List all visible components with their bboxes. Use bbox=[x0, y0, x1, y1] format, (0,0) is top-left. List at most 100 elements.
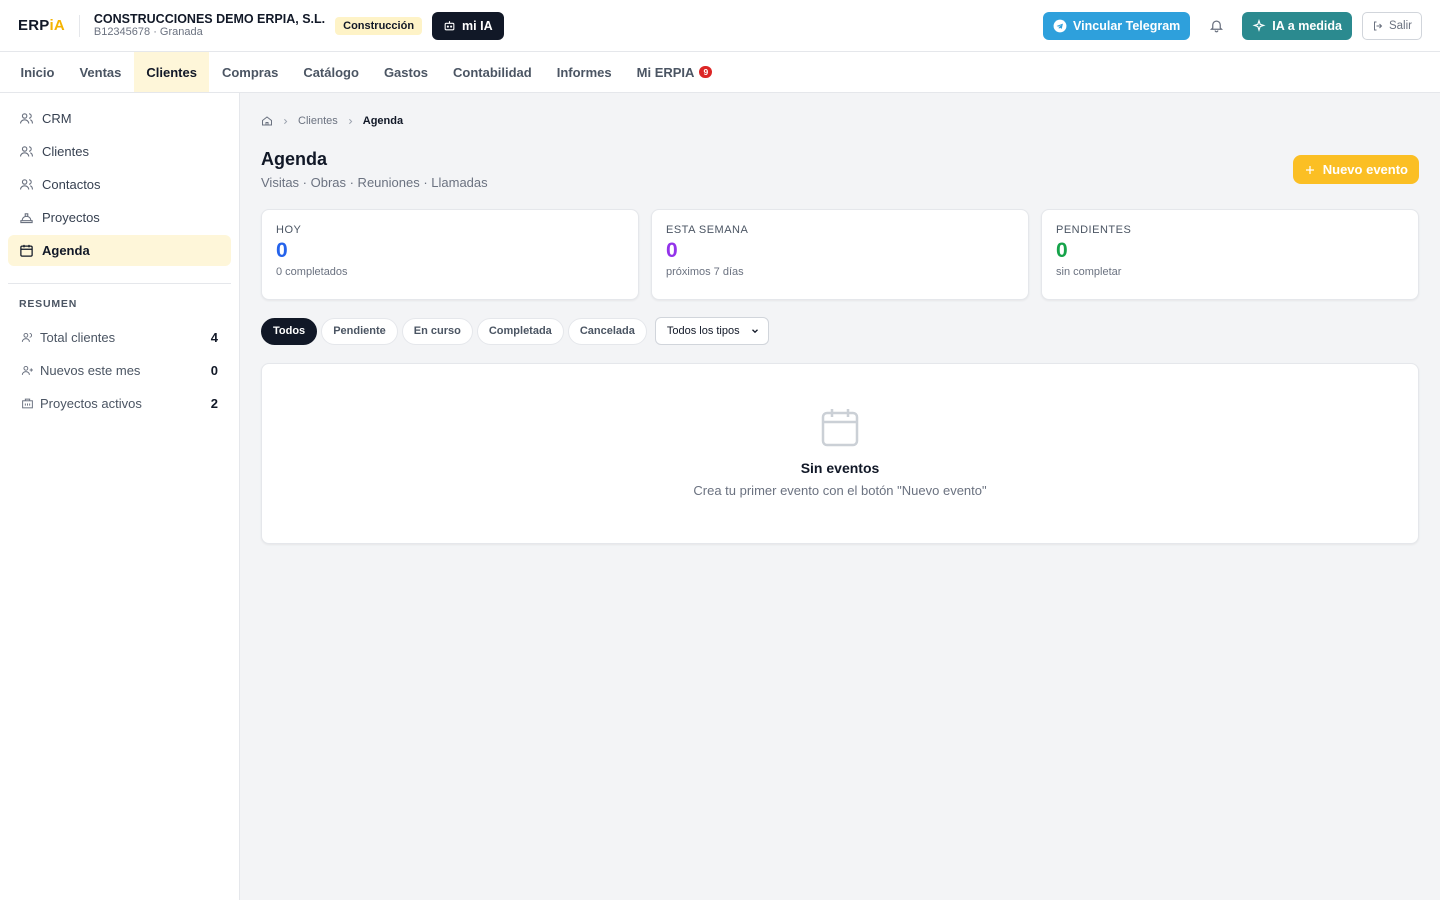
empty-description: Crea tu primer evento con el botón "Nuev… bbox=[693, 483, 987, 498]
sidebar-item-proyectos[interactable]: Proyectos bbox=[8, 202, 231, 233]
sidebar-item-clientes[interactable]: Clientes bbox=[8, 136, 231, 167]
stat-proyectos-activos: Proyectos activos 2 bbox=[8, 387, 231, 420]
mi-ia-button[interactable]: mi IA bbox=[432, 11, 504, 40]
card-label: ESTA SEMANA bbox=[666, 224, 749, 236]
new-event-button[interactable]: Nuevo evento bbox=[1292, 155, 1419, 184]
nav-item-compras[interactable]: Compras bbox=[209, 52, 290, 92]
logout-button[interactable]: Salir bbox=[1361, 11, 1422, 40]
chevron-right-icon bbox=[348, 118, 353, 124]
bell-icon bbox=[1209, 20, 1223, 33]
card-note: 0 completados bbox=[276, 266, 348, 279]
nav-item-contabilidad[interactable]: Contabilidad bbox=[441, 52, 545, 92]
filter-pendiente[interactable]: Pendiente bbox=[321, 317, 398, 345]
logout-label: Salir bbox=[1388, 19, 1412, 32]
card-value: 0 bbox=[1056, 239, 1068, 262]
chevron-down-icon bbox=[751, 329, 758, 334]
nav-item-mi-erpia[interactable]: Mi ERPIA 9 bbox=[624, 52, 725, 92]
card-hoy: HOY 0 0 completados bbox=[261, 209, 639, 300]
stat-label: Total clientes bbox=[40, 330, 116, 345]
stat-label: Nuevos este mes bbox=[40, 363, 141, 378]
telegram-label: Vincular Telegram bbox=[1073, 18, 1181, 33]
page-title: Agenda bbox=[261, 149, 328, 169]
company-tax-location: B12345678 · Granada bbox=[93, 26, 203, 39]
card-value: 0 bbox=[666, 239, 678, 262]
hard-hat-icon bbox=[20, 213, 33, 224]
nav-item-clientes[interactable]: Clientes bbox=[133, 52, 210, 92]
page-subtitle: Visitas · Obras · Reuniones · Llamadas bbox=[261, 175, 488, 190]
logout-icon bbox=[1373, 21, 1383, 30]
chevron-right-icon bbox=[284, 118, 288, 124]
top-header: ERPiA CONSTRUCCIONES DEMO ERPIA, S.L. B1… bbox=[0, 0, 1440, 52]
nav-item-inicio[interactable]: Inicio bbox=[8, 52, 67, 92]
logo-accent-text: iA bbox=[49, 17, 65, 34]
nav-label: Contabilidad bbox=[453, 64, 532, 80]
event-type-select[interactable]: Todos los tipos bbox=[654, 317, 769, 345]
sidebar-item-label: CRM bbox=[42, 111, 72, 126]
nav-label: Compras bbox=[221, 64, 279, 80]
logo-main-text: ERP bbox=[18, 17, 50, 34]
stat-cards: HOY 0 0 completados ESTA SEMANA 0 próxim… bbox=[261, 209, 1419, 300]
card-pendientes: PENDIENTES 0 sin completar bbox=[1041, 209, 1419, 300]
ia-a-medida-button[interactable]: IA a medida bbox=[1242, 11, 1352, 40]
empty-title: Sin eventos bbox=[800, 460, 880, 476]
filter-completada[interactable]: Completada bbox=[476, 317, 564, 345]
notifications-button[interactable] bbox=[1200, 12, 1232, 40]
nav-item-ventas[interactable]: Ventas bbox=[67, 52, 134, 92]
notification-count-badge: 9 bbox=[699, 66, 713, 78]
plus-icon bbox=[1305, 165, 1314, 174]
nav-item-catalogo[interactable]: Catálogo bbox=[291, 52, 372, 92]
sidebar-item-label: Clientes bbox=[42, 144, 89, 159]
card-note: sin completar bbox=[1056, 266, 1122, 279]
user-plus-icon bbox=[21, 365, 33, 375]
nav-label: Gastos bbox=[383, 64, 429, 80]
nav-label: Catálogo bbox=[303, 64, 359, 80]
stat-value: 4 bbox=[210, 330, 218, 345]
breadcrumb-parent[interactable]: Clientes bbox=[298, 115, 338, 127]
company-info: CONSTRUCCIONES DEMO ERPIA, S.L. B1234567… bbox=[94, 12, 325, 39]
nav-label: Informes bbox=[556, 64, 612, 80]
users-icon bbox=[20, 113, 33, 124]
filter-cancelada[interactable]: Cancelada bbox=[567, 317, 647, 345]
link-telegram-button[interactable]: Vincular Telegram bbox=[1043, 11, 1191, 40]
erpia-logo[interactable]: ERPiA bbox=[18, 17, 65, 34]
telegram-icon bbox=[1053, 19, 1067, 32]
nav-label: Ventas bbox=[79, 64, 122, 80]
nav-item-gastos[interactable]: Gastos bbox=[371, 52, 440, 92]
robot-icon bbox=[444, 21, 455, 31]
nav-label: Inicio bbox=[20, 64, 55, 80]
users-icon bbox=[21, 332, 33, 342]
sector-badge: Construcción bbox=[335, 16, 423, 35]
status-filters: Todos Pendiente En curso Completada Canc… bbox=[261, 317, 769, 345]
sidebar-item-crm[interactable]: CRM bbox=[8, 103, 231, 134]
filter-todos[interactable]: Todos bbox=[261, 317, 318, 345]
sidebar-item-label: Contactos bbox=[42, 177, 101, 192]
sidebar: CRM Clientes Contactos Proyectos Agenda … bbox=[0, 93, 240, 900]
nav-label: Clientes bbox=[146, 64, 197, 80]
filter-en-curso[interactable]: En curso bbox=[401, 317, 473, 345]
header-divider bbox=[78, 14, 80, 37]
home-icon[interactable] bbox=[261, 115, 273, 127]
main-content: Clientes Agenda Agenda Visitas · Obras ·… bbox=[240, 93, 1440, 900]
new-event-label: Nuevo evento bbox=[1322, 162, 1408, 177]
building-icon bbox=[22, 398, 33, 409]
empty-state: Sin eventos Crea tu primer evento con el… bbox=[261, 363, 1419, 544]
mi-ia-label: mi IA bbox=[462, 18, 493, 33]
sidebar-item-agenda[interactable]: Agenda bbox=[8, 235, 231, 266]
users-icon bbox=[20, 146, 33, 157]
card-esta-semana: ESTA SEMANA 0 próximos 7 días bbox=[651, 209, 1029, 300]
users-icon bbox=[20, 179, 33, 190]
stat-value: 2 bbox=[210, 396, 218, 411]
stat-total-clientes: Total clientes 4 bbox=[8, 321, 231, 354]
card-label: PENDIENTES bbox=[1056, 224, 1132, 236]
sidebar-item-label: Proyectos bbox=[42, 210, 100, 225]
sidebar-divider bbox=[8, 283, 231, 284]
summary-heading: RESUMEN bbox=[19, 298, 78, 310]
sparkles-icon bbox=[1252, 18, 1266, 32]
nav-item-informes[interactable]: Informes bbox=[544, 52, 624, 92]
ia-a-medida-label: IA a medida bbox=[1272, 18, 1342, 33]
card-value: 0 bbox=[276, 239, 288, 262]
calendar-icon bbox=[821, 409, 859, 447]
breadcrumb-current: Agenda bbox=[362, 115, 404, 127]
sidebar-item-contactos[interactable]: Contactos bbox=[8, 169, 231, 200]
company-name: CONSTRUCCIONES DEMO ERPIA, S.L. bbox=[93, 11, 326, 26]
